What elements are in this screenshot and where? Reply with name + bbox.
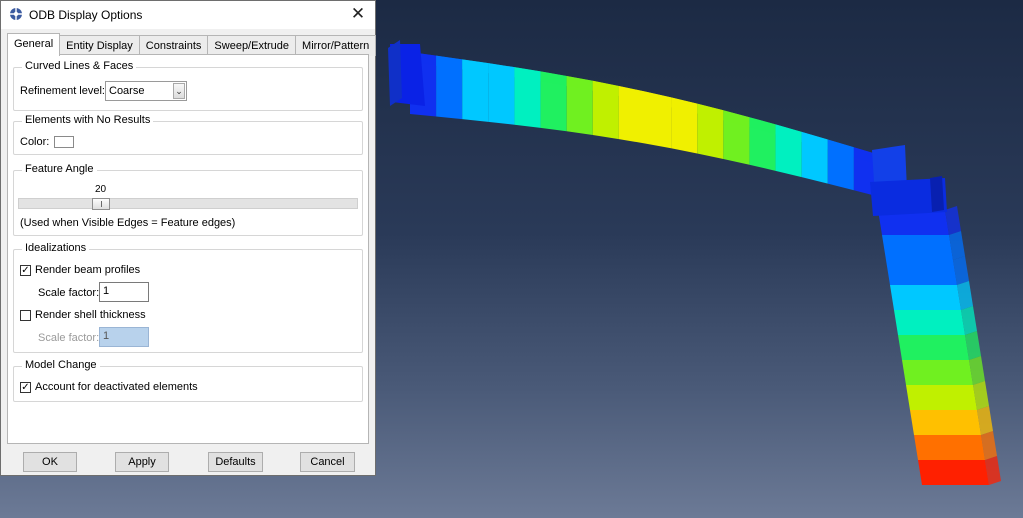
idealizations-group: Idealizations ✓ Render beam profiles Sca… [13, 242, 363, 353]
feature-angle-slider-thumb[interactable] [92, 198, 110, 210]
dialog-titlebar[interactable]: ODB Display Options ✕ [1, 1, 375, 29]
render-beam-profiles-label: Render beam profiles [35, 264, 141, 276]
curved-lines-faces-group: Curved Lines & Faces Refinement level: C… [13, 60, 363, 111]
apply-button[interactable]: Apply [115, 452, 169, 472]
group-title: Model Change [22, 359, 100, 371]
account-deactivated-label: Account for deactivated elements [35, 381, 198, 393]
check-icon: ✓ [21, 382, 30, 393]
render-beam-profiles-checkbox[interactable]: ✓ [20, 265, 31, 276]
group-title: Elements with No Results [22, 114, 154, 126]
shell-scale-factor-input[interactable]: 1 [99, 327, 149, 347]
elements-no-results-group: Elements with No Results Color: [13, 114, 363, 155]
column-contour-band [906, 385, 977, 410]
column-contour-band [914, 435, 985, 460]
model-change-group: Model Change ✓ Account for deactivated e… [13, 359, 363, 402]
color-label: Color: [20, 136, 50, 148]
account-deactivated-checkbox[interactable]: ✓ [20, 382, 31, 393]
render-shell-thickness-label: Render shell thickness [35, 309, 146, 321]
chevron-down-icon: ⌄ [173, 83, 185, 99]
beam-scale-factor-input[interactable]: 1 [99, 282, 149, 302]
refinement-level-value: Coarse [109, 85, 145, 97]
column-contour-band [910, 410, 981, 435]
beam-scale-factor-label: Scale factor: [38, 287, 100, 299]
group-title: Idealizations [22, 242, 90, 254]
column-contour-band [882, 235, 953, 260]
feature-angle-value: 20 [95, 184, 107, 195]
tab-entity-display[interactable]: Entity Display [59, 35, 140, 56]
column-contour-band [894, 310, 965, 335]
column-contour-band [898, 335, 969, 360]
tab-general[interactable]: General [7, 33, 61, 56]
tab-mirror-pattern[interactable]: Mirror/Pattern [295, 35, 377, 56]
column-contour-band [886, 260, 957, 285]
no-results-color-swatch[interactable] [54, 136, 74, 148]
tab-sweep-extrude[interactable]: Sweep/Extrude [207, 35, 297, 56]
render-shell-thickness-checkbox[interactable] [20, 310, 31, 321]
feature-angle-hint: (Used when Visible Edges = Feature edges… [20, 217, 236, 229]
column-contour-band [918, 460, 989, 485]
refinement-level-select[interactable]: Coarse ⌄ [105, 81, 187, 101]
shell-scale-factor-label: Scale factor: [38, 332, 100, 344]
cancel-button[interactable]: Cancel [300, 452, 355, 472]
abaqus-app-icon [10, 8, 22, 20]
column-contour-band [890, 285, 961, 310]
general-tab-panel: Curved Lines & Faces Refinement level: C… [7, 54, 369, 444]
column-contour-band [902, 360, 973, 385]
group-title: Feature Angle [22, 163, 97, 175]
feature-angle-slider-track[interactable] [18, 198, 358, 209]
tab-bar: General Entity Display Constraints Sweep… [7, 33, 377, 56]
check-icon: ✓ [21, 265, 30, 276]
refinement-level-label: Refinement level: [20, 85, 105, 97]
group-title: Curved Lines & Faces [22, 60, 137, 72]
ok-button[interactable]: OK [23, 452, 77, 472]
dialog-title: ODB Display Options [29, 8, 143, 22]
defaults-button[interactable]: Defaults [208, 452, 263, 472]
tab-constraints[interactable]: Constraints [138, 35, 209, 56]
close-icon: ✕ [350, 4, 366, 23]
odb-display-options-dialog: ODB Display Options ✕ General Entity Dis… [0, 0, 377, 476]
feature-angle-group: Feature Angle 20 (Used when Visible Edge… [13, 163, 363, 236]
close-button[interactable]: ✕ [347, 4, 369, 24]
